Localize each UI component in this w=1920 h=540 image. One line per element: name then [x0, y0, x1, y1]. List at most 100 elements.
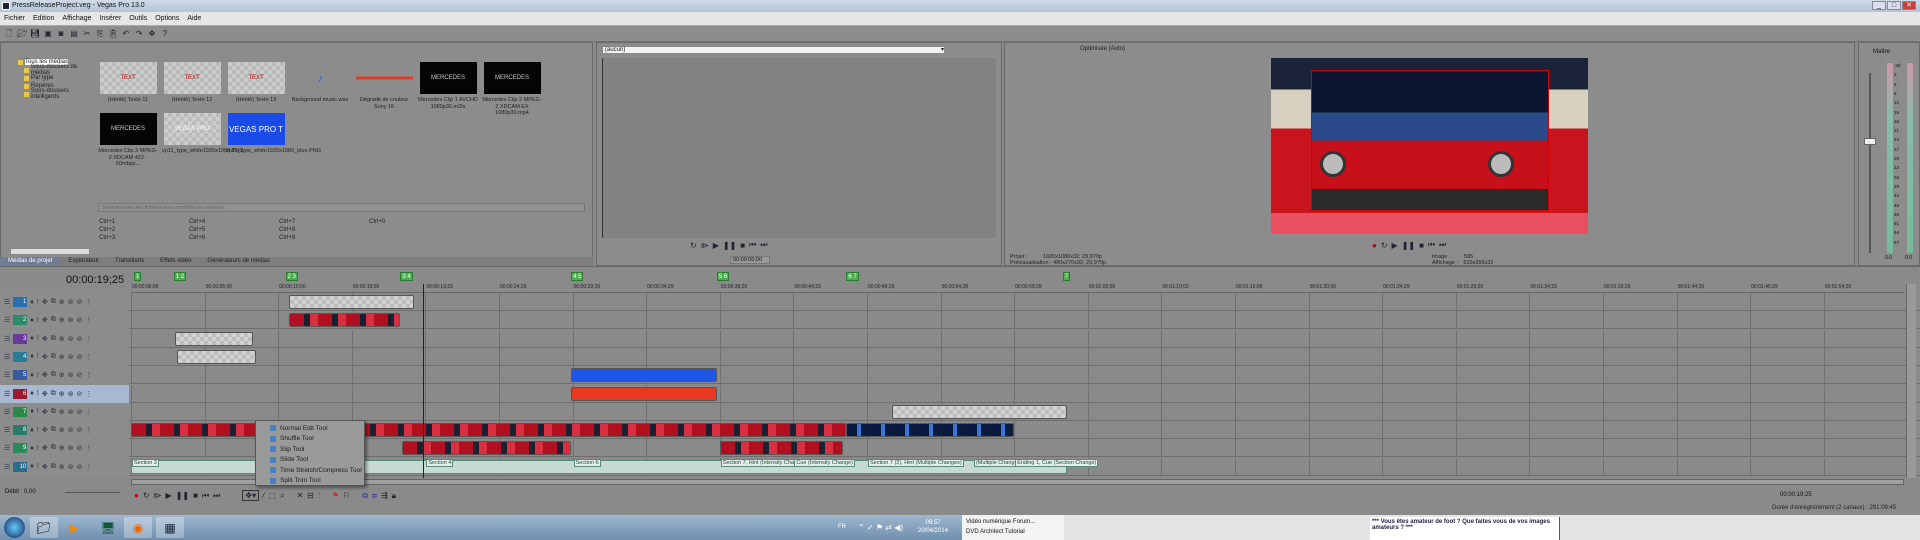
media-item[interactable]: TEXT (Hérité) Texte 13 [226, 62, 286, 104]
tool-menu-item[interactable]: Time Stretch/Compress Tool [256, 465, 364, 476]
tab-4[interactable]: Générateurs de médias [199, 257, 278, 266]
tool-menu-item[interactable]: Shuffle Tool [256, 434, 364, 445]
marker-flag[interactable]: 4 5 [571, 272, 584, 281]
explorer-taskbar-icon[interactable]: 📁︎ [30, 517, 58, 538]
collapse-icon[interactable]: ☰ [4, 426, 10, 434]
media-item[interactable]: TEXT (Hérité) Texte 12 [162, 62, 222, 104]
shortcut-slot[interactable]: Ctrl+8 [279, 227, 295, 233]
tool-menu-item[interactable]: Normal Edit Tool [256, 423, 364, 434]
vertical-scrollbar[interactable] [1906, 284, 1916, 478]
motion-icon[interactable]: ✥ [42, 371, 48, 379]
fx-icon[interactable]: ⧉ [51, 463, 56, 471]
shortcut-slot[interactable]: Ctrl+3 [99, 235, 115, 241]
solo-icon[interactable]: ! [37, 427, 39, 434]
motion-icon[interactable]: ✥ [42, 298, 48, 306]
media-item[interactable]: Dégradé de couleur Sony 16 [354, 62, 414, 110]
firefox-taskbar-icon[interactable]: ◉ [124, 517, 152, 538]
motion-icon[interactable]: ✥ [42, 335, 48, 343]
media-scrollbar[interactable] [10, 248, 90, 255]
save-icon[interactable]: 💾︎ [30, 29, 40, 39]
horizontal-scrollbar[interactable] [131, 479, 1904, 485]
jump-item[interactable]: Vidéo numérique Forum... [966, 517, 1060, 527]
preview-quality-dropdown[interactable]: Optimisée (Auto) [1080, 46, 1125, 52]
marker-icon[interactable]: ⚑ [332, 491, 339, 500]
fx-icon[interactable]: ⧉ [51, 335, 56, 343]
timeline-clip[interactable] [892, 404, 1068, 419]
shortcut-slot[interactable]: Ctrl+2 [99, 227, 115, 233]
mute-icon[interactable]: ♦ [30, 427, 34, 434]
mute-icon[interactable]: ♦ [30, 445, 34, 452]
fx-icon[interactable]: ⧉ [51, 353, 56, 361]
timeline-clip[interactable] [846, 423, 1015, 438]
level-icon[interactable]: ⊛ [68, 390, 74, 398]
selection-tool-icon[interactable]: ⬚ [268, 491, 276, 500]
mute-icon[interactable]: ♦ [30, 317, 34, 324]
composite-icon[interactable]: ⊕ [59, 408, 65, 416]
open-icon[interactable]: 📂︎ [17, 29, 27, 39]
solo-icon[interactable]: ! [37, 445, 39, 452]
vegas-taskbar-icon[interactable]: ▦ [156, 517, 184, 538]
save-as-icon[interactable]: ▣ [43, 29, 53, 39]
bypass-icon[interactable]: ⊘ [76, 390, 82, 398]
bypass-icon[interactable]: ⊘ [76, 371, 82, 379]
playhead[interactable] [422, 284, 424, 478]
fx-icon[interactable]: ⧉ [51, 298, 56, 306]
marker-search-input[interactable]: Sélectionner des fichiers pour modifier … [98, 203, 585, 212]
stop-icon[interactable]: ■ [193, 491, 198, 500]
jump-item[interactable]: DVD Architect Tutorial [966, 527, 1060, 537]
marker-flag[interactable]: 5 6 [716, 272, 730, 281]
rate-slider[interactable] [65, 492, 120, 493]
prev-icon[interactable]: ⏮ [749, 240, 756, 250]
trimmer-view[interactable] [602, 58, 996, 238]
record-icon[interactable]: ● [1372, 241, 1377, 250]
media-player-taskbar-icon[interactable]: ▶ [60, 517, 88, 538]
play-from-start-icon[interactable]: ⧐ [701, 241, 709, 250]
undo-icon[interactable]: ↶ [121, 29, 131, 39]
trim-icon[interactable]: ⊟ [307, 491, 314, 500]
loop-icon[interactable]: ↻ [1381, 241, 1388, 250]
collapse-icon[interactable]: ☰ [4, 298, 10, 306]
track-row[interactable]: ☰ 6 ♦! ✥ ⧉ ⊕ ⊛ ⊘ ⋮ [0, 384, 1920, 403]
motion-icon[interactable]: ✥ [42, 463, 48, 471]
collapse-icon[interactable]: ☰ [4, 371, 10, 379]
tab-1[interactable]: Explorateur [60, 257, 107, 266]
timeline-clip[interactable] [175, 331, 254, 346]
level-icon[interactable]: ⊛ [68, 463, 74, 471]
solo-icon[interactable]: ! [37, 317, 39, 324]
next-icon[interactable]: ⏭ [1439, 240, 1446, 250]
bypass-icon[interactable]: ⊘ [76, 463, 82, 471]
solo-icon[interactable]: ! [37, 408, 39, 415]
envelope-tool-icon[interactable]: ⁄ [263, 491, 264, 500]
marker-bar[interactable]: 1 1 2 2 3 3 4 4 5 5 6 6 7 7 [131, 272, 1904, 284]
shortcut-slot[interactable]: Ctrl+4 [189, 219, 205, 225]
mute-icon[interactable]: ♦ [30, 390, 34, 397]
computer-taskbar-icon[interactable]: 🖥︎ [94, 517, 122, 538]
track-row[interactable]: ☰ 1 ♦! ✥ ⧉ ⊕ ⊛ ⊘ ⋮ [0, 293, 1920, 311]
timeline-clip[interactable] [288, 295, 414, 309]
bypass-icon[interactable]: ⊘ [76, 353, 82, 361]
tool-menu-item[interactable]: Split Trim Tool [256, 476, 364, 487]
shortcut-slot[interactable]: Ctrl+9 [279, 235, 295, 241]
mute-icon[interactable]: ♦ [30, 372, 34, 379]
track-header[interactable]: ☰ 9 ♦! ✥ ⧉ ⊕ ⊛ ⊘ ⋮ [0, 439, 129, 458]
marker-flag[interactable]: 3 4 [400, 272, 413, 281]
loop-icon[interactable]: ↻ [690, 241, 697, 250]
timeline-clip[interactable] [719, 441, 844, 456]
more-icon[interactable]: ⋮ [85, 463, 92, 471]
more-icon[interactable]: ⋮ [85, 426, 92, 434]
track-header[interactable]: ☰ 6 ♦! ✥ ⧉ ⊕ ⊛ ⊘ ⋮ [0, 384, 129, 403]
bypass-icon[interactable]: ⊘ [76, 444, 82, 452]
loop-icon[interactable]: ↻ [143, 491, 150, 500]
redo-icon[interactable]: ↷ [134, 29, 144, 39]
go-end-icon[interactable]: ⏭ [213, 491, 220, 501]
media-item[interactable]: VEGAS PRO vp11_type_white1920x1080.PNG [162, 113, 244, 155]
level-icon[interactable]: ⊛ [68, 444, 74, 452]
copy-icon[interactable]: ⎘ [95, 29, 105, 39]
tab-0[interactable]: Médias de projet [0, 257, 61, 266]
collapse-icon[interactable]: ☰ [4, 463, 10, 471]
composite-icon[interactable]: ⊕ [59, 463, 65, 471]
pause-icon[interactable]: ❚❚ [176, 491, 189, 500]
mute-icon[interactable]: ♦ [30, 408, 34, 415]
new-icon[interactable]: 🗋 [4, 29, 14, 39]
media-item[interactable]: MERCEDES Mercedes Clip 2 MPEG-2 XDCAM EX … [482, 62, 542, 117]
